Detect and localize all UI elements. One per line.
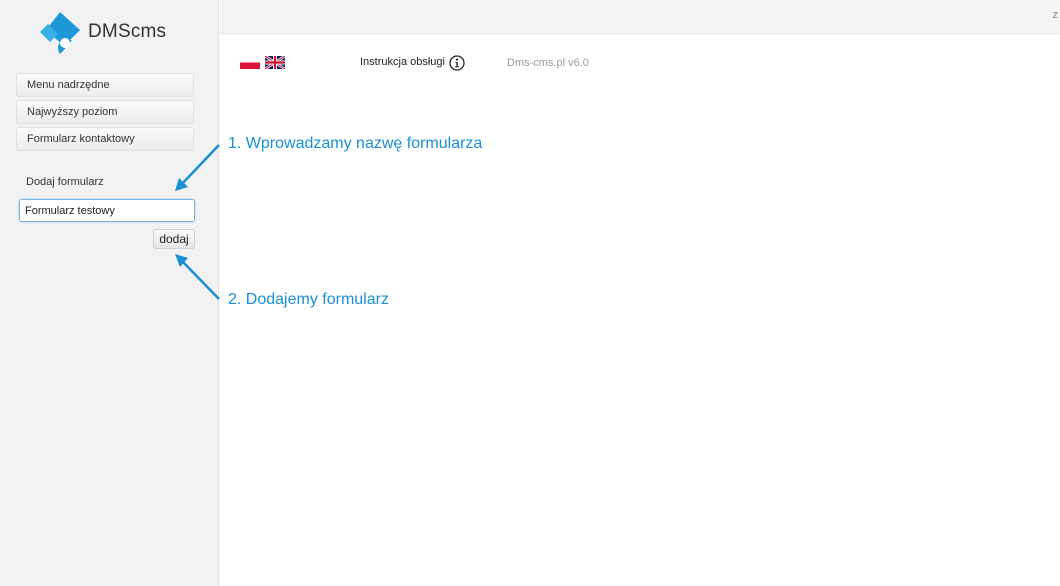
add-form-label: Dodaj formularz	[26, 176, 104, 188]
flag-uk-icon[interactable]	[265, 56, 285, 69]
form-name-input[interactable]	[19, 199, 195, 222]
top-bar: z	[220, 0, 1060, 34]
annotation-step-2: 2. Dodajemy formularz	[228, 291, 389, 308]
topbar-clipped-text: z	[1052, 9, 1059, 21]
sidebar-item-formularz-kontaktowy[interactable]: Formularz kontaktowy	[16, 127, 194, 151]
add-form-button[interactable]: dodaj	[153, 229, 195, 249]
logo-text: DMScms	[88, 21, 167, 42]
sidebar-item-najwyzszy-poziom[interactable]: Najwyższy poziom	[16, 100, 194, 124]
version-text: Dms-cms.pl v6.0	[507, 57, 589, 69]
manual-link[interactable]: Instrukcja obsługi	[360, 56, 445, 68]
flag-poland-icon[interactable]	[240, 56, 260, 69]
logo-icon	[40, 12, 80, 54]
sidebar: DMScms Menu nadrzędne Najwyższy poziom F…	[0, 0, 219, 586]
info-icon[interactable]	[449, 55, 465, 71]
annotation-step-1: 1. Wprowadzamy nazwę formularza	[228, 135, 483, 152]
sidebar-item-menu-nadrzedne[interactable]: Menu nadrzędne	[16, 73, 194, 97]
logo[interactable]: DMScms	[36, 10, 186, 56]
